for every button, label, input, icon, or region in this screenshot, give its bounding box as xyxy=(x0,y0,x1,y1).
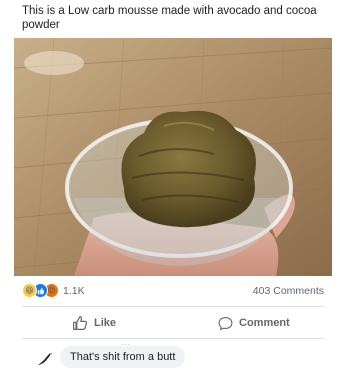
like-label: Like xyxy=(94,317,117,329)
comment-button[interactable]: Comment xyxy=(218,312,290,334)
haha-reaction-icon: 😆 xyxy=(22,283,37,298)
comments-count[interactable]: 403 Comments xyxy=(253,285,324,297)
comment-label: Comment xyxy=(239,317,290,329)
reaction-count[interactable]: 1.1K xyxy=(63,285,85,297)
speech-bubble-icon xyxy=(218,316,233,330)
comment-bubble[interactable]: That's shit from a butt xyxy=(60,346,186,368)
reaction-icons[interactable]: 😆 😡 xyxy=(22,283,62,299)
thumbs-up-icon xyxy=(73,316,88,330)
reactions-row: 😆 😡 1.1K 403 Comments xyxy=(22,282,324,300)
divider xyxy=(22,338,324,339)
post-photo[interactable] xyxy=(14,38,332,276)
divider xyxy=(22,306,324,307)
like-button[interactable]: Like xyxy=(72,312,116,334)
comment-text: That's shit from a butt xyxy=(70,351,176,363)
mousse-bowl-photo xyxy=(14,38,332,276)
bird-avatar-icon[interactable] xyxy=(36,350,54,368)
post-text: This is a Low carb mousse made with avoc… xyxy=(22,5,317,31)
